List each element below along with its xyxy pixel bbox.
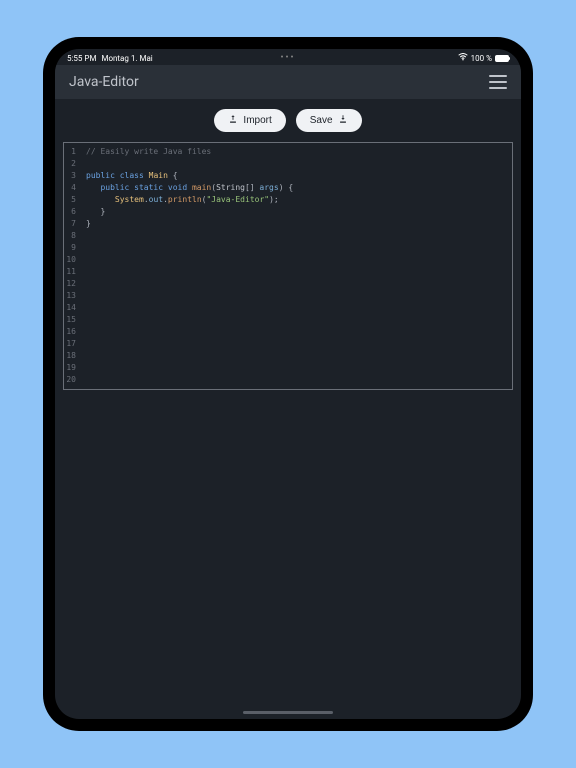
battery-icon bbox=[495, 55, 509, 62]
menu-icon[interactable] bbox=[489, 75, 507, 89]
line-number: 14 bbox=[66, 302, 76, 314]
save-button[interactable]: Save bbox=[296, 109, 362, 132]
code-line[interactable]: } bbox=[86, 206, 506, 218]
download-icon bbox=[338, 114, 348, 127]
line-number: 5 bbox=[66, 194, 76, 206]
line-number: 3 bbox=[66, 170, 76, 182]
line-gutter: 1234567891011121314151617181920 bbox=[64, 143, 80, 389]
line-number: 18 bbox=[66, 350, 76, 362]
code-line[interactable] bbox=[86, 266, 506, 278]
code-line[interactable] bbox=[86, 242, 506, 254]
wifi-icon bbox=[458, 53, 468, 63]
toolbar: Import Save bbox=[55, 99, 521, 142]
code-line[interactable] bbox=[86, 374, 506, 386]
line-number: 13 bbox=[66, 290, 76, 302]
code-line[interactable]: public class Main { bbox=[86, 170, 506, 182]
line-number: 1 bbox=[66, 146, 76, 158]
import-button[interactable]: Import bbox=[214, 109, 285, 132]
line-number: 7 bbox=[66, 218, 76, 230]
code-line[interactable]: System.out.println("Java-Editor"); bbox=[86, 194, 506, 206]
code-line[interactable] bbox=[86, 314, 506, 326]
line-number: 20 bbox=[66, 374, 76, 386]
line-number: 19 bbox=[66, 362, 76, 374]
line-number: 10 bbox=[66, 254, 76, 266]
code-area[interactable]: // Easily write Java files public class … bbox=[80, 143, 512, 389]
code-line[interactable] bbox=[86, 290, 506, 302]
line-number: 4 bbox=[66, 182, 76, 194]
code-line[interactable]: } bbox=[86, 218, 506, 230]
line-number: 12 bbox=[66, 278, 76, 290]
code-line[interactable]: public static void main(String[] args) { bbox=[86, 182, 506, 194]
upload-icon bbox=[228, 114, 238, 127]
screen: 5:55 PM Montag 1. Mai ••• 100 % Java-Edi… bbox=[55, 49, 521, 719]
line-number: 9 bbox=[66, 242, 76, 254]
tablet-frame: 5:55 PM Montag 1. Mai ••• 100 % Java-Edi… bbox=[43, 37, 533, 731]
code-line[interactable] bbox=[86, 338, 506, 350]
line-number: 2 bbox=[66, 158, 76, 170]
line-number: 17 bbox=[66, 338, 76, 350]
code-line[interactable] bbox=[86, 326, 506, 338]
code-editor[interactable]: 1234567891011121314151617181920 // Easil… bbox=[63, 142, 513, 390]
line-number: 16 bbox=[66, 326, 76, 338]
status-bar: 5:55 PM Montag 1. Mai ••• 100 % bbox=[55, 49, 521, 65]
code-line[interactable] bbox=[86, 254, 506, 266]
app-header: Java-Editor bbox=[55, 65, 521, 99]
code-line[interactable] bbox=[86, 350, 506, 362]
app-title: Java-Editor bbox=[69, 74, 139, 90]
code-line[interactable] bbox=[86, 230, 506, 242]
status-time: 5:55 PM bbox=[67, 54, 96, 63]
save-label: Save bbox=[310, 115, 333, 126]
code-line[interactable] bbox=[86, 302, 506, 314]
line-number: 11 bbox=[66, 266, 76, 278]
code-line[interactable] bbox=[86, 158, 506, 170]
code-line[interactable] bbox=[86, 278, 506, 290]
battery-percentage: 100 % bbox=[471, 54, 492, 63]
status-center-dots: ••• bbox=[280, 53, 295, 63]
home-indicator[interactable] bbox=[243, 711, 333, 714]
line-number: 8 bbox=[66, 230, 76, 242]
code-line[interactable] bbox=[86, 362, 506, 374]
line-number: 6 bbox=[66, 206, 76, 218]
code-line[interactable]: // Easily write Java files bbox=[86, 146, 506, 158]
line-number: 15 bbox=[66, 314, 76, 326]
import-label: Import bbox=[243, 115, 271, 126]
status-date: Montag 1. Mai bbox=[101, 54, 152, 63]
